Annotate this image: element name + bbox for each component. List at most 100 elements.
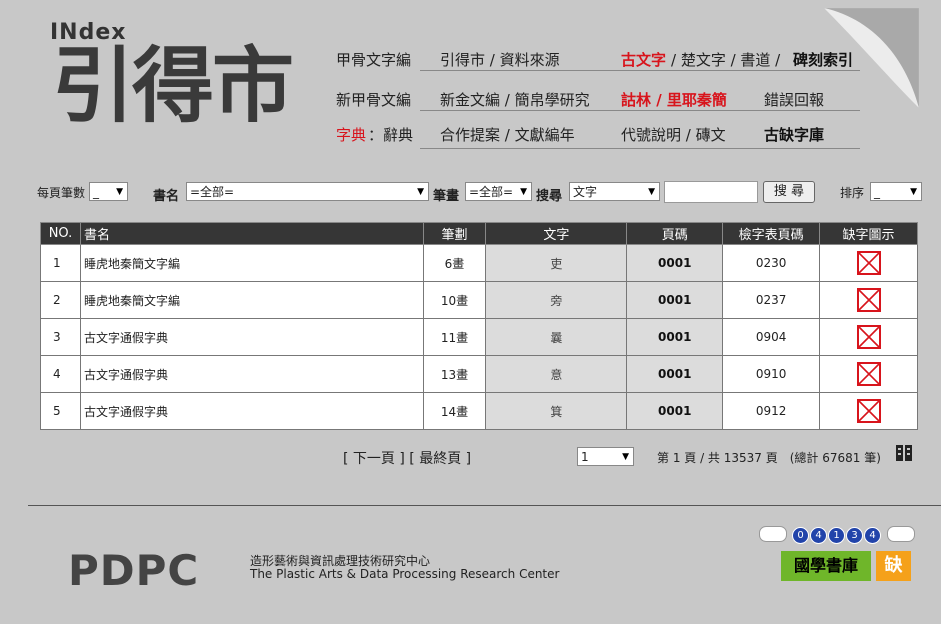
nav-stele-index[interactable]: 碑刻索引 bbox=[793, 49, 853, 70]
table-row: 1 睡虎地秦簡文字編 6畫 吏 0001 0230 bbox=[40, 244, 918, 282]
chevron-down-icon: ▼ bbox=[417, 187, 424, 197]
missing-glyph-icon[interactable] bbox=[856, 251, 881, 275]
row-char: 意 bbox=[485, 355, 628, 393]
nav-cooperation[interactable]: 合作提案 / 文獻編年 bbox=[440, 124, 575, 145]
col-header-missing-icon: 缺字圖示 bbox=[819, 222, 918, 245]
row-char: 曩 bbox=[485, 318, 628, 356]
row-strokes: 10畫 bbox=[422, 281, 487, 319]
nav-index-source[interactable]: 引得市 / 資料來源 bbox=[440, 49, 560, 70]
sort-label: 排序 bbox=[840, 186, 865, 200]
nav-divider bbox=[420, 148, 860, 149]
page-select[interactable]: 1 ▼ bbox=[577, 447, 634, 466]
per-page-select[interactable]: _ ▼ bbox=[89, 182, 128, 201]
row-index-page: 0910 bbox=[722, 355, 821, 393]
chevron-down-icon: ▼ bbox=[648, 187, 655, 197]
stroke-label: 筆畫 bbox=[433, 189, 460, 204]
sheep-icon bbox=[887, 525, 916, 542]
pager-links: [ 下一頁 ] [ 最終頁 ] bbox=[343, 448, 471, 468]
counter-digit: 4 bbox=[864, 527, 882, 544]
nav-chu-calligraphy[interactable]: / 楚文字 / 書道 / bbox=[671, 49, 780, 70]
center-name-en: The Plastic Arts & Data Processing Resea… bbox=[250, 567, 560, 581]
results-table: NO. 書名 筆劃 文字 頁碼 檢字表頁碼 缺字圖示 1 睡虎地秦簡文字編 6畫… bbox=[40, 222, 918, 430]
col-header-strokes: 筆劃 bbox=[422, 222, 487, 245]
book-select[interactable]: =全部= ▼ bbox=[186, 182, 429, 201]
table-header-row: NO. 書名 筆劃 文字 頁碼 檢字表頁碼 缺字圖示 bbox=[40, 222, 918, 245]
row-title: 古文字通假字典 bbox=[79, 318, 424, 356]
missing-glyph-icon[interactable] bbox=[856, 288, 881, 312]
book-label: 書名 bbox=[153, 189, 180, 204]
row-page[interactable]: 0001 bbox=[626, 318, 724, 356]
missing-glyph-icon[interactable] bbox=[856, 362, 881, 386]
per-page-label: 每頁筆數 bbox=[37, 186, 86, 200]
library-logo[interactable]: 國學書庫 bbox=[781, 551, 871, 581]
nav-divider bbox=[420, 70, 860, 71]
row-missing bbox=[819, 355, 918, 393]
chevron-down-icon: ▼ bbox=[520, 187, 527, 197]
nav-error-report[interactable]: 錯誤回報 bbox=[764, 89, 824, 110]
row-no: 4 bbox=[40, 355, 81, 393]
row-index-page: 0237 bbox=[722, 281, 821, 319]
row-strokes: 6畫 bbox=[422, 244, 487, 282]
chevron-down-icon: ▼ bbox=[116, 187, 123, 197]
sheep-icon bbox=[759, 525, 787, 542]
table-row: 4 古文字通假字典 13畫 意 0001 0910 bbox=[40, 355, 918, 393]
counter-digit: 1 bbox=[828, 527, 846, 544]
row-page[interactable]: 0001 bbox=[626, 355, 724, 393]
nav-missing-char-library[interactable]: 古缺字庫 bbox=[764, 124, 824, 145]
nav-lexicon[interactable]: ：辭典 bbox=[368, 124, 413, 145]
row-char: 吏 bbox=[485, 244, 628, 282]
footer-divider bbox=[28, 505, 941, 506]
nav-divider bbox=[420, 110, 860, 111]
nav-dictionary[interactable]: 字典 bbox=[336, 124, 366, 145]
row-index-page: 0912 bbox=[722, 392, 821, 430]
nav-new-bronze[interactable]: 新金文編 / 簡帛學研究 bbox=[440, 89, 590, 110]
nav-new-oracle[interactable]: 新甲骨文編 bbox=[336, 89, 411, 110]
nav-code-brick[interactable]: 代號說明 / 磚文 bbox=[621, 124, 726, 145]
search-button[interactable]: 搜 尋 bbox=[763, 181, 815, 203]
sort-select[interactable]: _ ▼ bbox=[870, 182, 922, 201]
table-row: 5 古文字通假字典 14畫 箕 0001 0912 bbox=[40, 392, 918, 430]
mini-logo-icon[interactable] bbox=[895, 444, 913, 466]
counter-digit: 3 bbox=[846, 527, 864, 544]
nav-oracle-bone[interactable]: 甲骨文字編 bbox=[336, 49, 411, 70]
pdpc-logo[interactable]: PDPC bbox=[68, 546, 199, 595]
stroke-select[interactable]: =全部= ▼ bbox=[465, 182, 532, 201]
row-title: 睡虎地秦簡文字編 bbox=[79, 281, 424, 319]
nav-ancient-script[interactable]: 古文字 bbox=[621, 49, 666, 70]
nav-gulin-liye[interactable]: 詁林 / 里耶秦簡 bbox=[621, 89, 727, 110]
col-header-page: 頁碼 bbox=[626, 222, 724, 245]
row-page[interactable]: 0001 bbox=[626, 392, 724, 430]
col-header-index-page: 檢字表頁碼 bbox=[722, 222, 821, 245]
page-info: 第 1 頁 / 共 13537 頁 (總計 67681 筆) bbox=[657, 451, 881, 465]
row-missing bbox=[819, 244, 918, 282]
row-no: 3 bbox=[40, 318, 81, 356]
row-no: 1 bbox=[40, 244, 81, 282]
row-index-page: 0904 bbox=[722, 318, 821, 356]
row-page[interactable]: 0001 bbox=[626, 244, 724, 282]
next-page-link[interactable]: [ 下一頁 ] bbox=[343, 451, 405, 467]
row-char: 旁 bbox=[485, 281, 628, 319]
row-index-page: 0230 bbox=[722, 244, 821, 282]
row-strokes: 13畫 bbox=[422, 355, 487, 393]
row-missing bbox=[819, 392, 918, 430]
row-title: 古文字通假字典 bbox=[79, 392, 424, 430]
col-header-char: 文字 bbox=[485, 222, 628, 245]
search-input[interactable] bbox=[664, 181, 758, 203]
search-type-select[interactable]: 文字 ▼ bbox=[569, 182, 660, 201]
row-no: 5 bbox=[40, 392, 81, 430]
visit-counter: 04134 bbox=[759, 523, 916, 544]
row-strokes: 11畫 bbox=[422, 318, 487, 356]
chevron-down-icon: ▼ bbox=[910, 187, 917, 197]
missing-char-logo[interactable]: 缺 bbox=[876, 551, 911, 581]
last-page-link[interactable]: [ 最終頁 ] bbox=[409, 451, 471, 467]
col-header-no: NO. bbox=[40, 222, 81, 245]
row-page[interactable]: 0001 bbox=[626, 281, 724, 319]
logo-mark[interactable]: 引得市 bbox=[52, 46, 294, 128]
counter-digit: 0 bbox=[792, 527, 810, 544]
row-missing bbox=[819, 281, 918, 319]
missing-glyph-icon[interactable] bbox=[856, 399, 881, 423]
table-row: 2 睡虎地秦簡文字編 10畫 旁 0001 0237 bbox=[40, 281, 918, 319]
missing-glyph-icon[interactable] bbox=[856, 325, 881, 349]
chevron-down-icon: ▼ bbox=[622, 452, 629, 462]
counter-digit: 4 bbox=[810, 527, 828, 544]
